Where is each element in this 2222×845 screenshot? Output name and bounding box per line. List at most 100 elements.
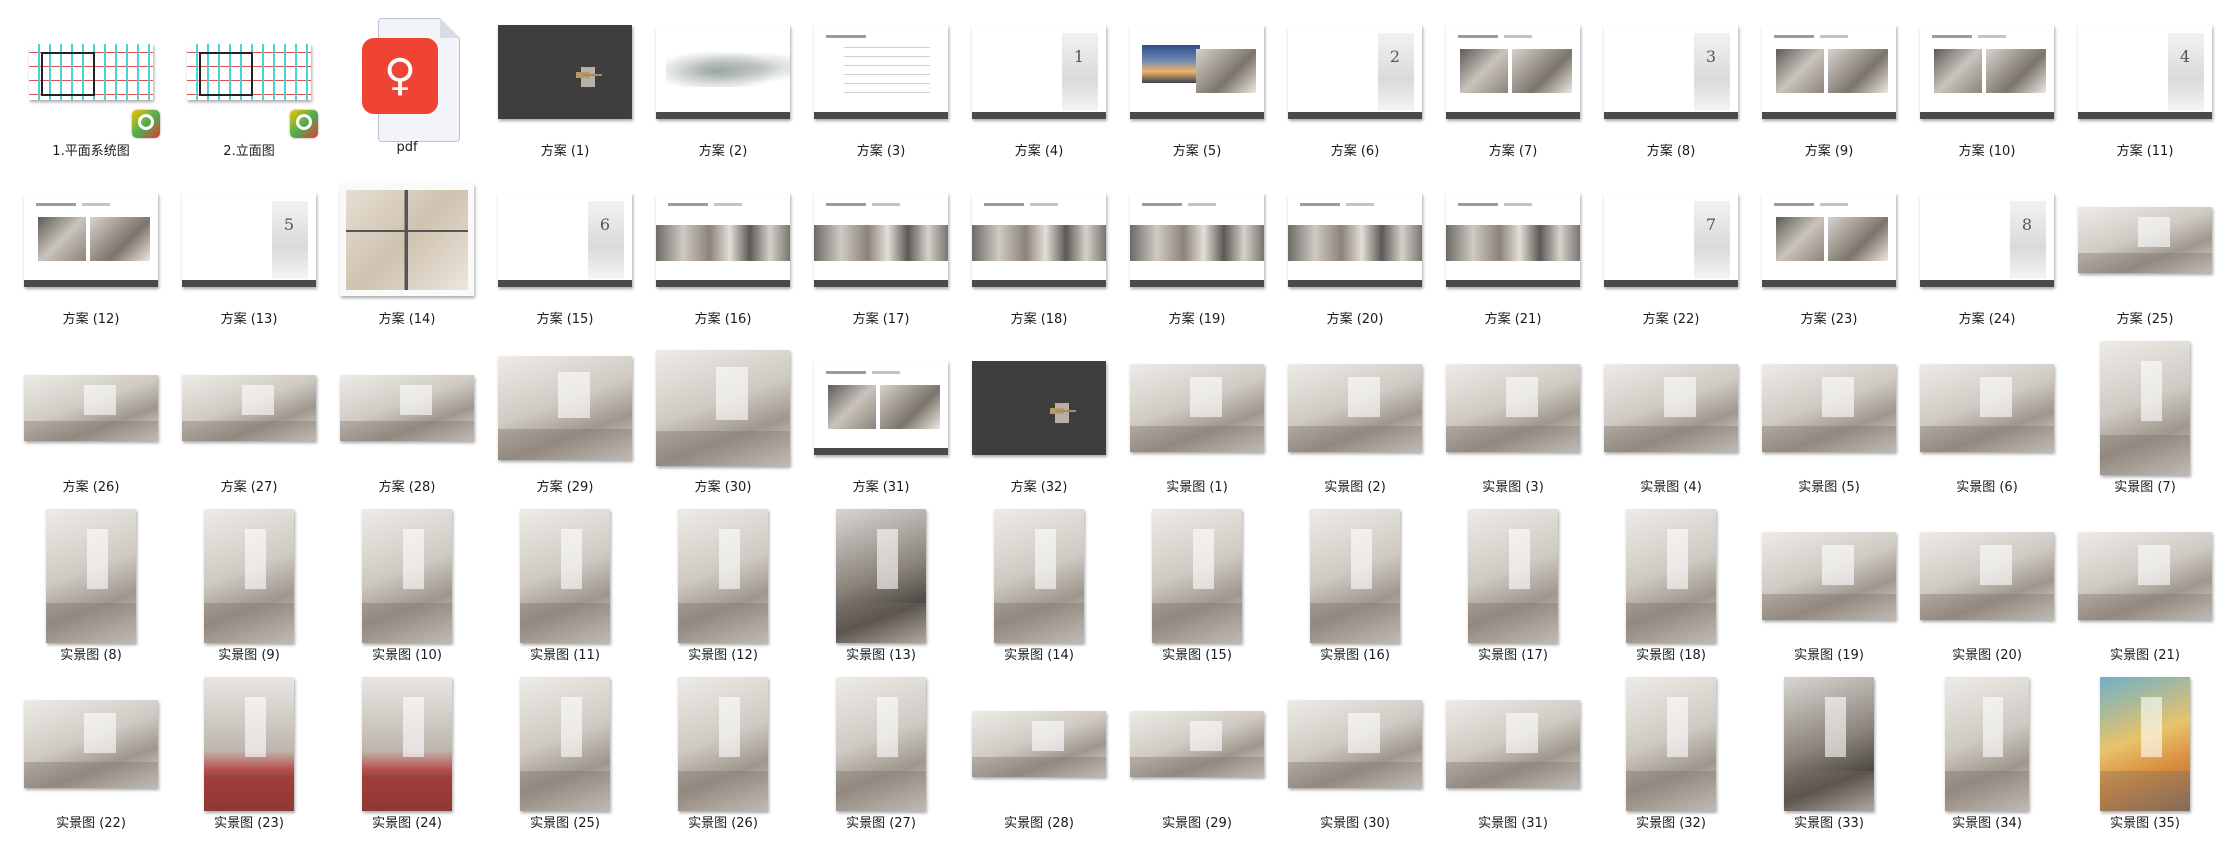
file-thumbnail-image: 8 <box>1920 193 2054 287</box>
file-item[interactable]: 6 方案 (15) <box>492 172 638 336</box>
file-item[interactable]: 实景图 (28) <box>966 676 1112 840</box>
file-item[interactable]: 实景图 (23) <box>176 676 322 840</box>
file-item[interactable]: 实景图 (11) <box>492 508 638 672</box>
file-item[interactable]: 方案 (16) <box>650 172 796 336</box>
file-item[interactable]: 实景图 (35) <box>2072 676 2218 840</box>
file-item[interactable]: 方案 (5) <box>1124 4 1270 168</box>
file-item[interactable]: 实景图 (20) <box>1914 508 2060 672</box>
file-thumbnail-image <box>994 509 1084 643</box>
file-thumbnail-area <box>1756 4 1902 140</box>
file-item[interactable]: 4 方案 (11) <box>2072 4 2218 168</box>
file-item[interactable]: 方案 (26) <box>18 340 164 504</box>
dwg-app-icon <box>132 110 160 138</box>
file-item[interactable]: 实景图 (3) <box>1440 340 1586 504</box>
file-item[interactable]: 实景图 (18) <box>1598 508 1744 672</box>
file-item[interactable]: 实景图 (21) <box>2072 508 2218 672</box>
file-item[interactable]: 方案 (29) <box>492 340 638 504</box>
file-item[interactable]: 方案 (14) <box>334 172 480 336</box>
file-item[interactable]: 7 方案 (22) <box>1598 172 1744 336</box>
interior-photo-strip <box>1130 225 1264 261</box>
file-item[interactable]: 实景图 (34) <box>1914 676 2060 840</box>
file-item[interactable]: 实景图 (15) <box>1124 508 1270 672</box>
file-item[interactable]: 5 方案 (13) <box>176 172 322 336</box>
file-item[interactable]: 实景图 (33) <box>1756 676 1902 840</box>
file-item[interactable]: 方案 (2) <box>650 4 796 168</box>
file-item[interactable]: 方案 (3) <box>808 4 954 168</box>
file-thumbnail-image <box>498 25 632 119</box>
file-item[interactable]: 方案 (21) <box>1440 172 1586 336</box>
file-item[interactable]: 方案 (28) <box>334 340 480 504</box>
file-name-label: 方案 (11) <box>2116 144 2174 159</box>
file-thumbnail-image <box>204 509 294 643</box>
file-item[interactable]: 方案 (10) <box>1914 4 2060 168</box>
file-item[interactable]: 实景图 (1) <box>1124 340 1270 504</box>
room-floor <box>1762 425 1896 452</box>
file-item[interactable]: 实景图 (9) <box>176 508 322 672</box>
file-item[interactable]: 1 方案 (4) <box>966 4 1112 168</box>
window-light <box>244 697 267 758</box>
file-item[interactable]: 实景图 (17) <box>1440 508 1586 672</box>
page-header-line <box>1504 203 1532 206</box>
file-item[interactable]: 方案 (18) <box>966 172 1112 336</box>
file-item[interactable]: 实景图 (5) <box>1756 340 1902 504</box>
file-thumbnail-image: 3 <box>1604 25 1738 119</box>
file-item[interactable]: 3 方案 (8) <box>1598 4 1744 168</box>
file-thumbnail-image <box>46 509 136 643</box>
file-item[interactable]: 方案 (20) <box>1282 172 1428 336</box>
file-item[interactable]: 实景图 (19) <box>1756 508 1902 672</box>
file-item[interactable]: 2.立面图 <box>176 4 322 168</box>
file-item[interactable]: 实景图 (31) <box>1440 676 1586 840</box>
interior-photo <box>1776 49 1824 93</box>
file-item[interactable]: 方案 (17) <box>808 172 954 336</box>
interior-photo <box>38 217 86 261</box>
file-item[interactable]: 方案 (23) <box>1756 172 1902 336</box>
file-thumbnail-area: 5 <box>176 172 322 308</box>
file-thumbnail-area <box>1282 676 1428 812</box>
file-item[interactable]: 方案 (31) <box>808 340 954 504</box>
file-name-label: 方案 (2) <box>698 144 748 159</box>
file-thumbnail-area: 2 <box>1282 4 1428 140</box>
file-thumbnail-area: 8 <box>1914 172 2060 308</box>
file-item[interactable]: ♀ pdf <box>334 4 480 168</box>
file-item[interactable]: 实景图 (8) <box>18 508 164 672</box>
gold-caption-line <box>1056 409 1077 412</box>
interior-photo <box>1828 217 1888 261</box>
file-thumbnail-image <box>24 700 158 788</box>
file-item[interactable]: 实景图 (10) <box>334 508 480 672</box>
file-item[interactable]: 实景图 (26) <box>650 676 796 840</box>
page-header-line <box>1030 203 1058 206</box>
file-item[interactable]: 方案 (27) <box>176 340 322 504</box>
file-item[interactable]: 实景图 (16) <box>1282 508 1428 672</box>
file-item[interactable]: 实景图 (12) <box>650 508 796 672</box>
file-item[interactable]: 8 方案 (24) <box>1914 172 2060 336</box>
file-item[interactable]: 实景图 (14) <box>966 508 1112 672</box>
file-item[interactable]: 方案 (1) <box>492 4 638 168</box>
room-floor <box>24 761 158 788</box>
file-item[interactable]: 方案 (30) <box>650 340 796 504</box>
file-item[interactable]: 实景图 (24) <box>334 676 480 840</box>
window-light <box>400 384 433 415</box>
file-item[interactable]: 方案 (7) <box>1440 4 1586 168</box>
file-item[interactable]: 实景图 (29) <box>1124 676 1270 840</box>
file-item[interactable]: 实景图 (7) <box>2072 340 2218 504</box>
file-item[interactable]: 实景图 (13) <box>808 508 954 672</box>
file-thumbnail-image <box>2078 532 2212 620</box>
file-item[interactable]: 实景图 (32) <box>1598 676 1744 840</box>
file-item[interactable]: 方案 (12) <box>18 172 164 336</box>
file-item[interactable]: 实景图 (25) <box>492 676 638 840</box>
interior-photo-strip <box>972 225 1106 261</box>
file-item[interactable]: 方案 (9) <box>1756 4 1902 168</box>
file-item[interactable]: 方案 (32) <box>966 340 1112 504</box>
file-item[interactable]: 实景图 (27) <box>808 676 954 840</box>
file-item[interactable]: 2 方案 (6) <box>1282 4 1428 168</box>
file-item[interactable]: 实景图 (6) <box>1914 340 2060 504</box>
file-item[interactable]: 实景图 (4) <box>1598 340 1744 504</box>
room-floor <box>836 602 926 643</box>
file-item[interactable]: 实景图 (22) <box>18 676 164 840</box>
file-item[interactable]: 方案 (25) <box>2072 172 2218 336</box>
file-item[interactable]: 实景图 (30) <box>1282 676 1428 840</box>
file-item[interactable]: 1.平面系统图 <box>18 4 164 168</box>
file-item[interactable]: 方案 (19) <box>1124 172 1270 336</box>
file-item[interactable]: 实景图 (2) <box>1282 340 1428 504</box>
file-name-label: 实景图 (31) <box>1478 816 1548 831</box>
